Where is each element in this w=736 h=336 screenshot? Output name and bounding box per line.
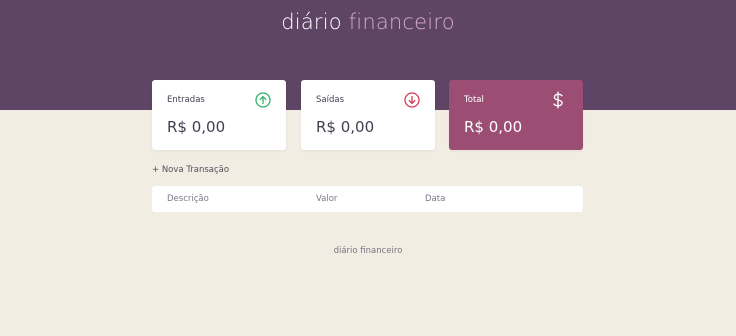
income-card: Entradas R$ 0,00	[152, 80, 286, 150]
total-card: Total R$ 0,00	[449, 80, 583, 150]
arrow-up-circle-icon	[255, 92, 271, 108]
transactions-table: Descrição Valor Data	[152, 186, 583, 212]
column-header-description: Descrição	[167, 194, 209, 204]
total-card-label: Total	[464, 95, 484, 105]
column-header-value: Valor	[316, 194, 338, 204]
logo-main-text: diário	[281, 10, 342, 34]
column-header-date: Data	[425, 194, 446, 204]
expense-card-label: Saídas	[316, 95, 344, 105]
app-logo: diário financeiro	[0, 10, 736, 34]
expense-card-amount: R$ 0,00	[316, 118, 375, 136]
new-transaction-link[interactable]: + Nova Transação	[152, 165, 229, 175]
income-card-label: Entradas	[167, 95, 205, 105]
expense-card: Saídas R$ 0,00	[301, 80, 435, 150]
arrow-down-circle-icon	[404, 92, 420, 108]
logo-accent-text: financeiro	[348, 10, 455, 34]
dollar-icon	[553, 91, 563, 109]
income-card-amount: R$ 0,00	[167, 118, 226, 136]
total-card-amount: R$ 0,00	[464, 118, 523, 136]
footer-text: diário financeiro	[333, 246, 403, 256]
